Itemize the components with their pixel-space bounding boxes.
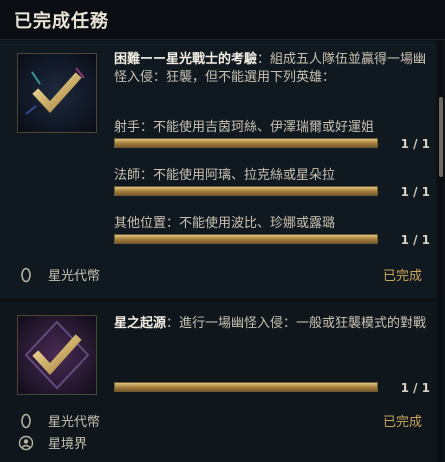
- objective-label: 法師：不能使用阿璃、拉克絲或星朵拉: [114, 168, 336, 183]
- star-token-icon: [18, 267, 34, 283]
- objective-label: 其他位置：不能使用波比、珍娜或露璐: [114, 216, 336, 231]
- completed-missions-panel: 已完成任務 困難ーー星光戰士的考驗：組成五人隊伍並贏得一場幽怪入侵：狂襲，但不能…: [0, 0, 445, 462]
- mission-title: 困難ーー星光戰士的考驗: [114, 52, 258, 67]
- objective-progress-bar: [114, 382, 378, 392]
- reward-label: 星光代幣: [48, 415, 101, 430]
- mission-status: 已完成: [382, 415, 422, 430]
- objective-count: 1 / 1: [400, 185, 430, 199]
- scrollbar-thumb[interactable]: [439, 97, 443, 177]
- mission-description: 星之起源：進行一場幽怪入侵：一般或狂襲模式的對戰: [114, 316, 427, 331]
- reward-item: 星光代幣: [18, 411, 100, 430]
- mission-title: 星之起源: [114, 316, 167, 331]
- objective-progress-bar: [114, 138, 378, 148]
- objective-progress-fill: [115, 139, 377, 147]
- mission-card[interactable]: 困難ーー星光戰士的考驗：組成五人隊伍並贏得一場幽怪入侵：狂襲，但不能選用下列英雄…: [0, 41, 436, 298]
- panel-title: 已完成任務: [14, 10, 109, 32]
- objective-progress-bar: [114, 186, 378, 196]
- star-token-icon: [18, 413, 34, 429]
- reward-item: 星境界: [18, 433, 87, 452]
- mission-checkmark-icon: [17, 53, 97, 133]
- objective-count: 1 / 1: [400, 137, 430, 151]
- objective-progress-fill: [115, 383, 377, 391]
- reward-label: 星境界: [48, 437, 88, 452]
- objective-progress-fill: [115, 235, 377, 243]
- panel-header: 已完成任務: [0, 0, 445, 40]
- objective-count: 1 / 1: [400, 233, 430, 247]
- realm-icon: [18, 435, 34, 451]
- reward-label: 星光代幣: [48, 269, 101, 284]
- objective-count: 1 / 1: [400, 381, 430, 395]
- objective-progress-bar: [114, 234, 378, 244]
- reward-item: 星光代幣: [18, 265, 100, 284]
- mission-description: 困難ーー星光戰士的考驗：組成五人隊伍並贏得一場幽怪入侵：狂襲，但不能選用下列英雄…: [114, 52, 427, 85]
- objective-progress-fill: [115, 187, 377, 195]
- mission-status: 已完成: [382, 269, 422, 284]
- mission-card[interactable]: 星之起源：進行一場幽怪入侵：一般或狂襲模式的對戰 1 / 1 星光代幣 已完成 …: [0, 302, 436, 462]
- objective-label: 射手：不能使用吉茵珂絲、伊澤瑞爾或好運姐: [114, 120, 375, 135]
- mission-checkmark-icon: [17, 315, 97, 395]
